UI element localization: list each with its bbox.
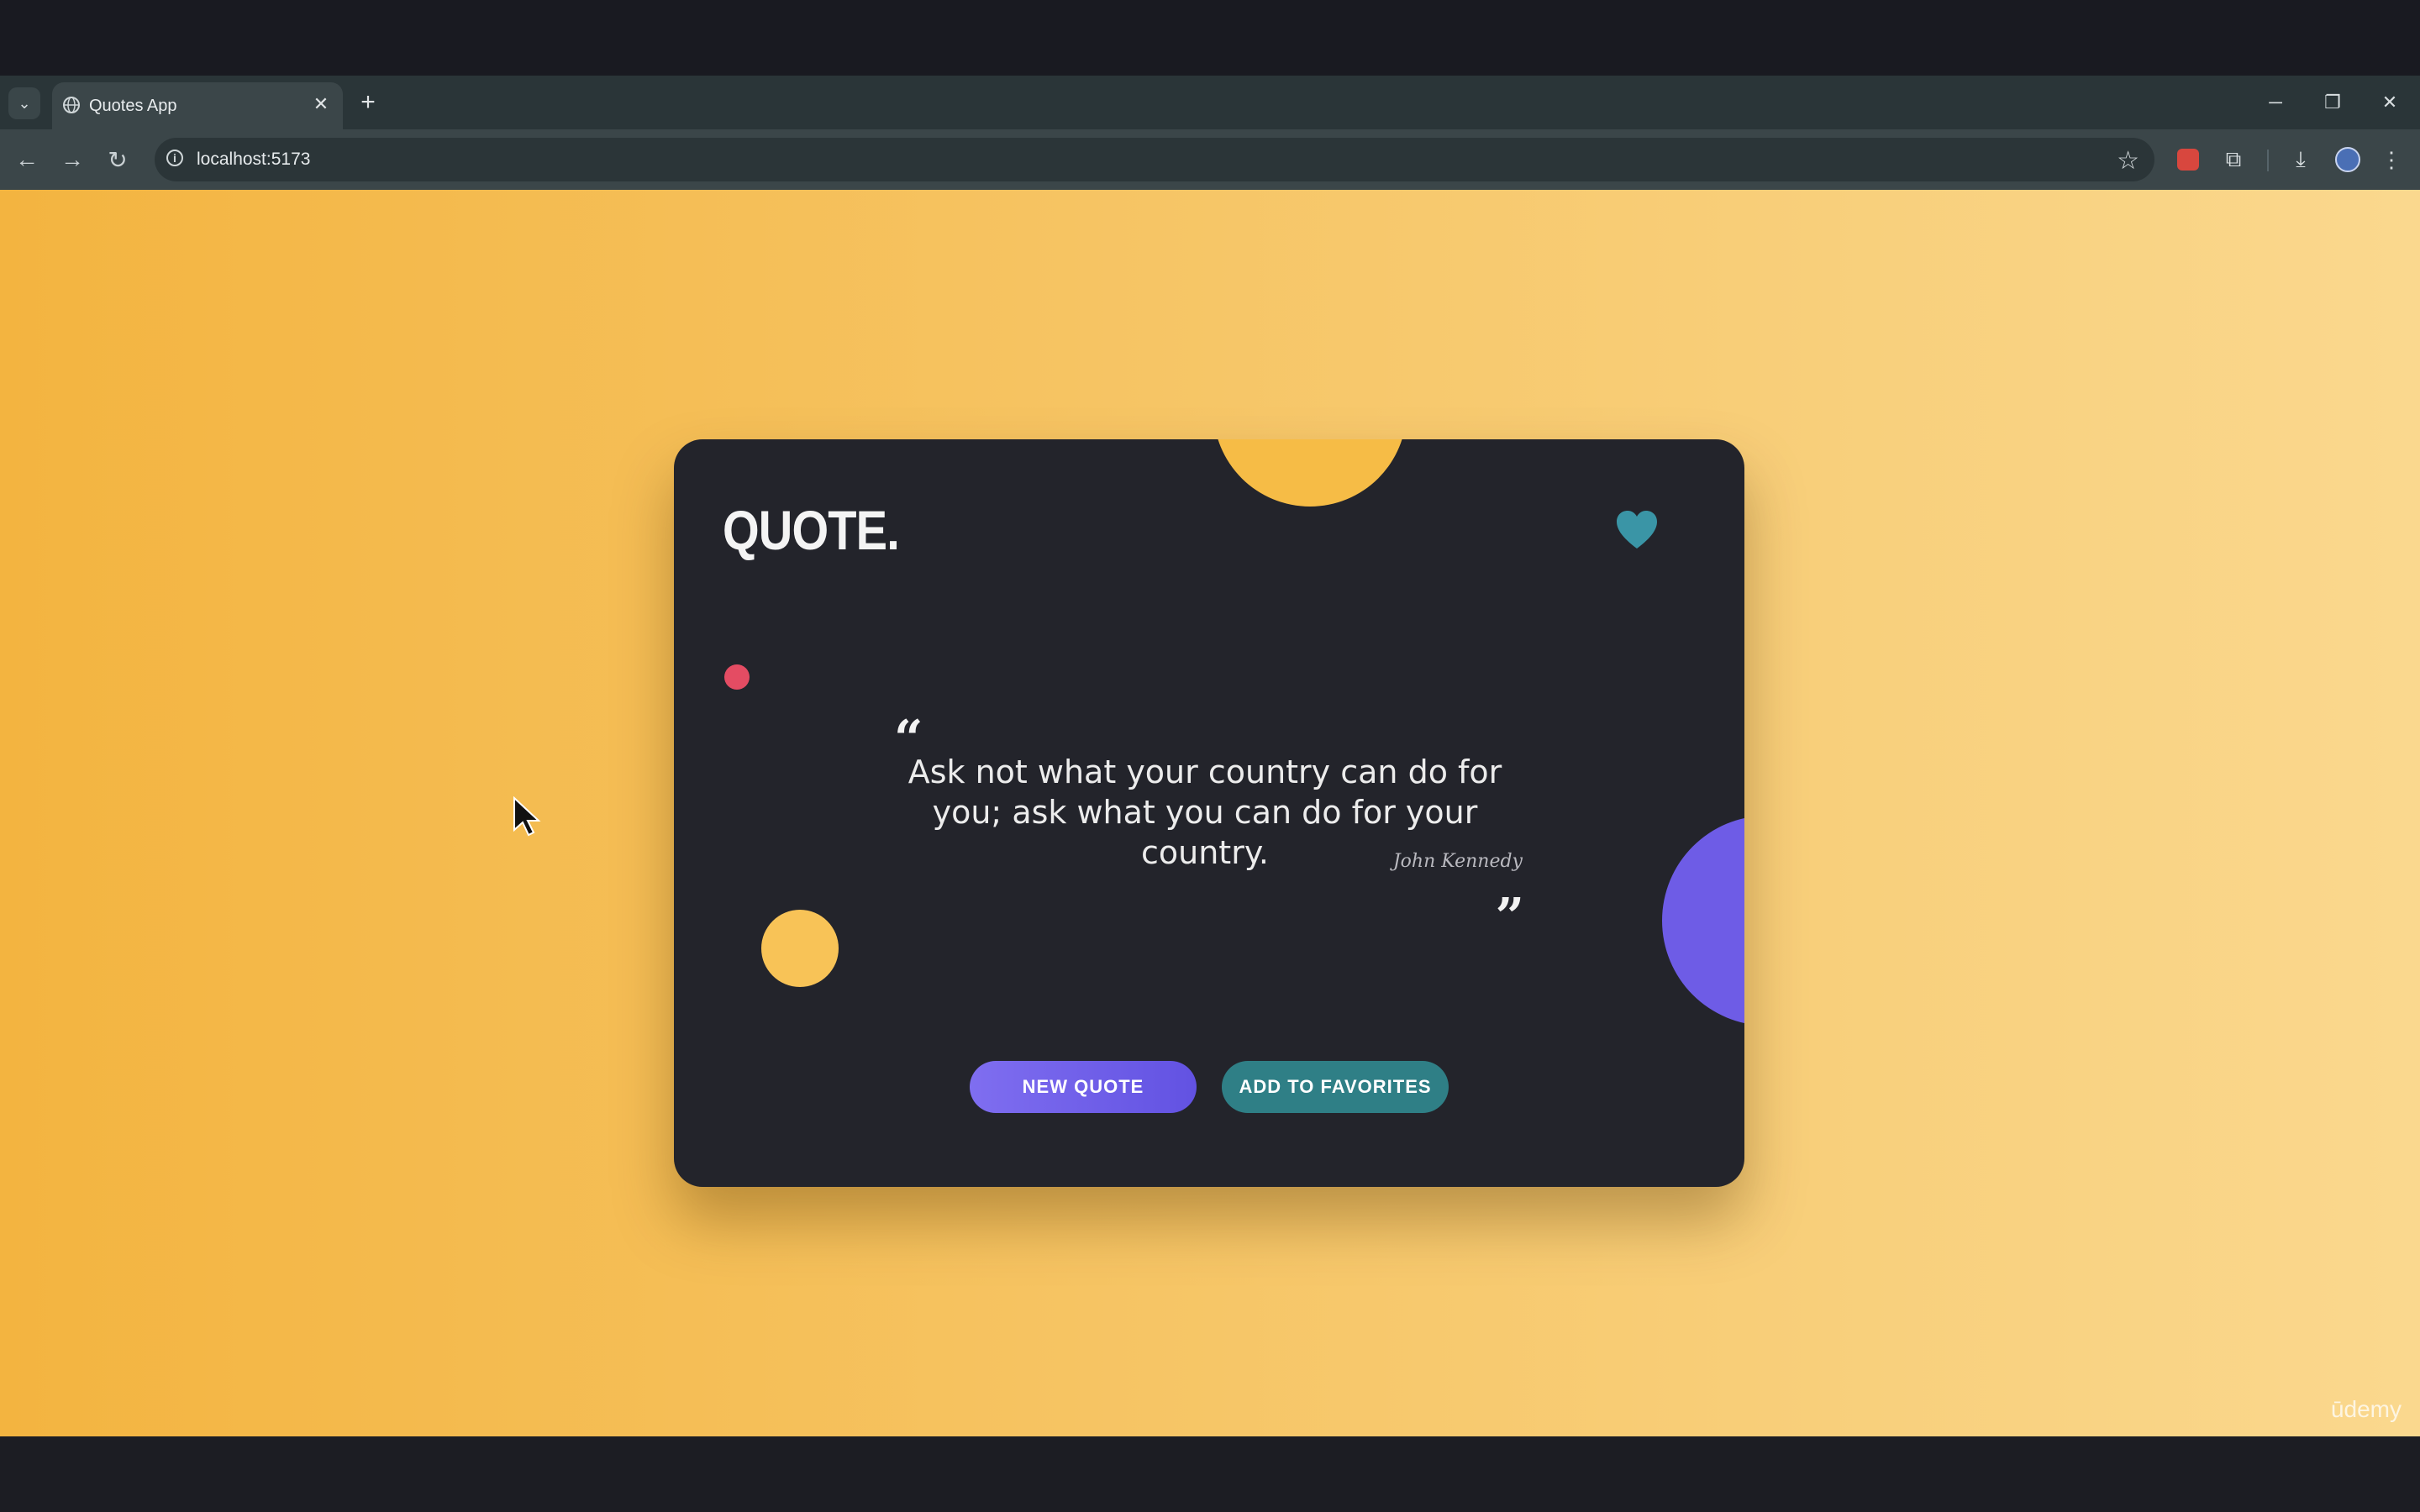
heart-icon[interactable] [1612,505,1662,555]
new-quote-button[interactable]: NEW QUOTE [970,1061,1197,1113]
close-quote-mark: ” [1495,888,1524,947]
app-logo: QUOTE. [723,499,900,561]
page-viewport: QUOTE. “ Ask not what your country can d… [0,190,2420,1436]
udemy-watermark: ūdemy [2330,1396,2402,1422]
back-icon[interactable]: ← [12,144,42,175]
restore-icon[interactable]: ❐ [2316,87,2349,118]
decor-yellow-ball [761,910,839,987]
letterbox-bottom [0,1436,2420,1512]
extensions-icon[interactable]: ⧉ [2217,143,2250,176]
quote-author: John Kennedy [1392,851,1523,872]
forward-icon[interactable]: → [57,144,87,175]
download-icon[interactable]: ⤓ [2284,143,2317,176]
tab-list-icon[interactable]: ⌄ [8,87,40,119]
letterbox-top [0,0,2420,76]
tab-title: Quotes App [89,97,177,115]
star-icon[interactable]: ☆ [2117,146,2139,176]
toolbar-divider [2267,150,2269,171]
address-bar[interactable]: i localhost:5173 ☆ [155,138,2154,181]
menu-icon[interactable]: ⋮ [2375,143,2408,176]
globe-icon [63,97,80,113]
profile-avatar[interactable] [2331,143,2365,176]
minimize-icon[interactable]: ─ [2259,87,2292,118]
add-to-favorites-button[interactable]: ADD TO FAVORITES [1222,1061,1449,1113]
decor-top-circle [1213,439,1407,507]
decor-purple-circle [1662,816,1744,1026]
extension-red-icon[interactable] [2171,143,2205,176]
info-icon[interactable]: i [166,150,183,166]
url-text: localhost:5173 [197,150,311,169]
decor-red-dot [724,664,750,690]
reload-icon[interactable]: ↻ [103,144,133,175]
window-close-icon[interactable]: ✕ [2373,87,2407,118]
quote-card: QUOTE. “ Ask not what your country can d… [674,439,1744,1187]
plus-icon[interactable]: + [353,87,383,118]
tab-strip: ⌄ Quotes App ✕ + ─ ❐ ✕ [0,76,2420,129]
cursor-icon [513,796,541,837]
close-icon[interactable]: ✕ [309,92,333,116]
browser-toolbar: ← → ↻ i localhost:5173 ☆ ⧉ ⤓ ⋮ [0,129,2420,190]
tab-quotes-app[interactable]: Quotes App ✕ [52,82,343,129]
